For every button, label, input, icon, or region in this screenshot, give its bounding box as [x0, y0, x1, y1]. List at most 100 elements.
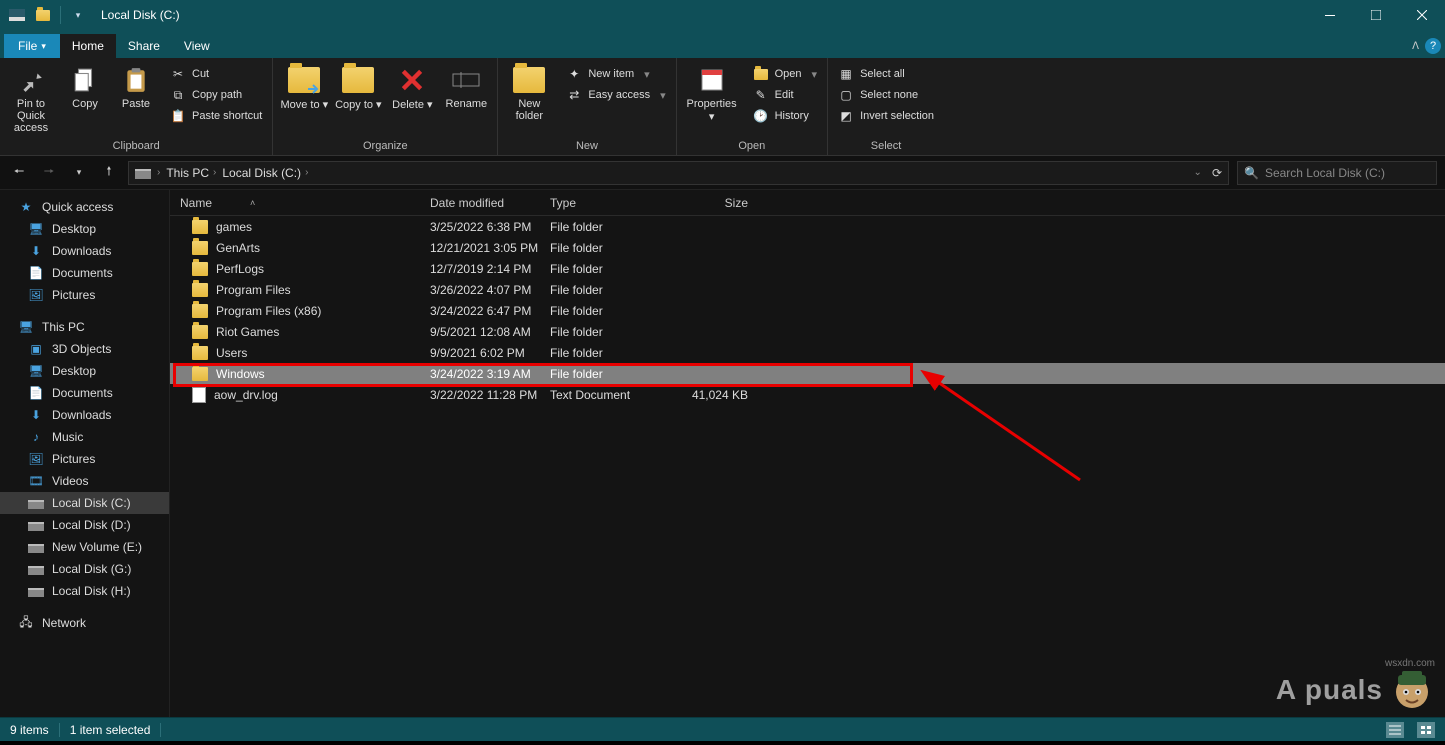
file-row[interactable]: Users9/9/2021 6:02 PMFile folder	[170, 342, 1445, 363]
tree-item[interactable]: ♪Music	[0, 426, 169, 448]
thispc-icon	[28, 583, 44, 599]
close-button[interactable]	[1399, 0, 1445, 30]
minimize-button[interactable]	[1307, 0, 1353, 30]
copy-path-icon: ⧉	[170, 87, 186, 103]
tree-item[interactable]: 📄Documents	[0, 382, 169, 404]
tree-item[interactable]: 🖼Pictures	[0, 448, 169, 470]
tree-item[interactable]: 🖧Network	[0, 612, 169, 634]
file-row[interactable]: Riot Games9/5/2021 12:08 AMFile folder	[170, 321, 1445, 342]
delete-button[interactable]: Delete ▾	[387, 64, 437, 111]
history-button[interactable]: 🕑History	[749, 106, 821, 126]
quick-icon: 📄	[28, 265, 44, 281]
copy-button[interactable]: Copy	[60, 64, 110, 110]
maximize-button[interactable]	[1353, 0, 1399, 30]
rename-button[interactable]: Rename	[441, 64, 491, 110]
back-button[interactable]: 🠔	[8, 162, 30, 184]
view-large-icons-button[interactable]	[1417, 722, 1435, 738]
help-icon[interactable]: ?	[1425, 38, 1441, 54]
tab-share[interactable]: Share	[116, 34, 172, 58]
file-row[interactable]: aow_drv.log3/22/2022 11:28 PMText Docume…	[170, 384, 1445, 405]
tree-item[interactable]: ⬇Downloads	[0, 404, 169, 426]
new-item-icon: ✦	[566, 66, 582, 82]
search-icon: 🔍	[1244, 166, 1259, 180]
view-details-button[interactable]	[1386, 722, 1404, 738]
file-row[interactable]: GenArts12/21/2021 3:05 PMFile folder	[170, 237, 1445, 258]
collapse-ribbon-icon[interactable]: ᐱ	[1412, 41, 1419, 52]
tab-home[interactable]: Home	[60, 34, 116, 58]
qat-folder-icon[interactable]	[32, 4, 54, 26]
tree-item[interactable]: 🖥Desktop	[0, 360, 169, 382]
move-to-icon	[288, 64, 320, 96]
address-dropdown-icon[interactable]: ⌄	[1194, 167, 1202, 178]
copy-to-button[interactable]: Copy to ▾	[333, 64, 383, 111]
pin-to-quick-access-button[interactable]: Pin to Quick access	[6, 64, 56, 134]
invert-selection-button[interactable]: ◩Invert selection	[834, 106, 938, 126]
file-row[interactable]: Program Files (x86)3/24/2022 6:47 PMFile…	[170, 300, 1445, 321]
thispc-icon: 📄	[28, 385, 44, 401]
tree-item[interactable]: 🎞Videos	[0, 470, 169, 492]
tree-item[interactable]: Local Disk (G:)	[0, 558, 169, 580]
address-bar[interactable]: › This PC› Local Disk (C:)› ⌄ ⟳	[128, 161, 1229, 185]
new-item-button[interactable]: ✦New item▾	[562, 64, 669, 84]
edit-icon: ✎	[753, 87, 769, 103]
open-button[interactable]: Open▾	[749, 64, 821, 84]
watermark: A puals	[1276, 667, 1435, 713]
tree-item[interactable]: Local Disk (H:)	[0, 580, 169, 602]
crumb-thispc[interactable]: This PC›	[166, 166, 216, 180]
forward-button[interactable]: 🠖	[38, 162, 60, 184]
tree-item[interactable]: 🖥This PC	[0, 316, 169, 338]
column-headers[interactable]: Name˄ Date modified Type Size	[170, 190, 1445, 216]
recent-dropdown[interactable]: ▾	[68, 162, 90, 184]
cut-button[interactable]: ✂Cut	[166, 64, 266, 84]
tree-item[interactable]: New Volume (E:)	[0, 536, 169, 558]
file-list[interactable]: Name˄ Date modified Type Size games3/25/…	[170, 190, 1445, 717]
delete-icon	[396, 64, 428, 96]
refresh-button[interactable]: ⟳	[1212, 166, 1222, 180]
folder-icon	[192, 262, 208, 276]
column-name[interactable]: Name	[180, 196, 212, 210]
easy-access-button[interactable]: ⇄Easy access▾	[562, 85, 669, 105]
tab-view[interactable]: View	[172, 34, 222, 58]
column-size[interactable]: Size	[670, 196, 760, 210]
qat-dropdown-icon[interactable]: ▾	[67, 4, 89, 26]
tree-item[interactable]: ⬇Downloads	[0, 240, 169, 262]
group-label-open: Open	[683, 138, 821, 155]
watermark-mascot-icon	[1389, 667, 1435, 713]
copy-path-button[interactable]: ⧉Copy path	[166, 85, 266, 105]
paste-shortcut-button[interactable]: 📋Paste shortcut	[166, 106, 266, 126]
status-item-count: 9 items	[10, 723, 49, 737]
tab-file[interactable]: File▾	[4, 34, 60, 58]
select-all-icon: ▦	[838, 66, 854, 82]
group-label-new: New	[504, 138, 669, 155]
column-type[interactable]: Type	[550, 196, 670, 210]
navigation-pane[interactable]: ★Quick access🖥Desktop⬇Downloads📄Document…	[0, 190, 170, 717]
select-all-button[interactable]: ▦Select all	[834, 64, 938, 84]
search-box[interactable]: 🔍 Search Local Disk (C:)	[1237, 161, 1437, 185]
up-button[interactable]: 🠕	[98, 162, 120, 184]
tree-item[interactable]: Local Disk (C:)	[0, 492, 169, 514]
folder-icon	[192, 346, 208, 360]
tree-item[interactable]: ▣3D Objects	[0, 338, 169, 360]
tree-item[interactable]: 🖼Pictures	[0, 284, 169, 306]
tree-item[interactable]: 🖥Desktop	[0, 218, 169, 240]
paste-button[interactable]: Paste	[114, 64, 158, 110]
tree-item[interactable]: 📄Documents	[0, 262, 169, 284]
select-none-button[interactable]: ▢Select none	[834, 85, 938, 105]
status-selected-count: 1 item selected	[70, 723, 151, 737]
file-row[interactable]: Program Files3/26/2022 4:07 PMFile folde…	[170, 279, 1445, 300]
column-date[interactable]: Date modified	[430, 196, 550, 210]
edit-button[interactable]: ✎Edit	[749, 85, 821, 105]
properties-button[interactable]: Properties ▾	[683, 64, 741, 123]
tree-item[interactable]: Local Disk (D:)	[0, 514, 169, 536]
tree-item[interactable]: ★Quick access	[0, 196, 169, 218]
folder-icon	[192, 220, 208, 234]
new-folder-button[interactable]: New folder	[504, 64, 554, 122]
move-to-button[interactable]: Move to ▾	[279, 64, 329, 111]
properties-icon	[696, 64, 728, 96]
file-row[interactable]: games3/25/2022 6:38 PMFile folder	[170, 216, 1445, 237]
crumb-location[interactable]: Local Disk (C:)›	[222, 166, 308, 180]
copy-to-icon	[342, 64, 374, 96]
file-row[interactable]: PerfLogs12/7/2019 2:14 PMFile folder	[170, 258, 1445, 279]
file-row[interactable]: Windows3/24/2022 3:19 AMFile folder	[170, 363, 1445, 384]
paste-shortcut-icon: 📋	[170, 108, 186, 124]
